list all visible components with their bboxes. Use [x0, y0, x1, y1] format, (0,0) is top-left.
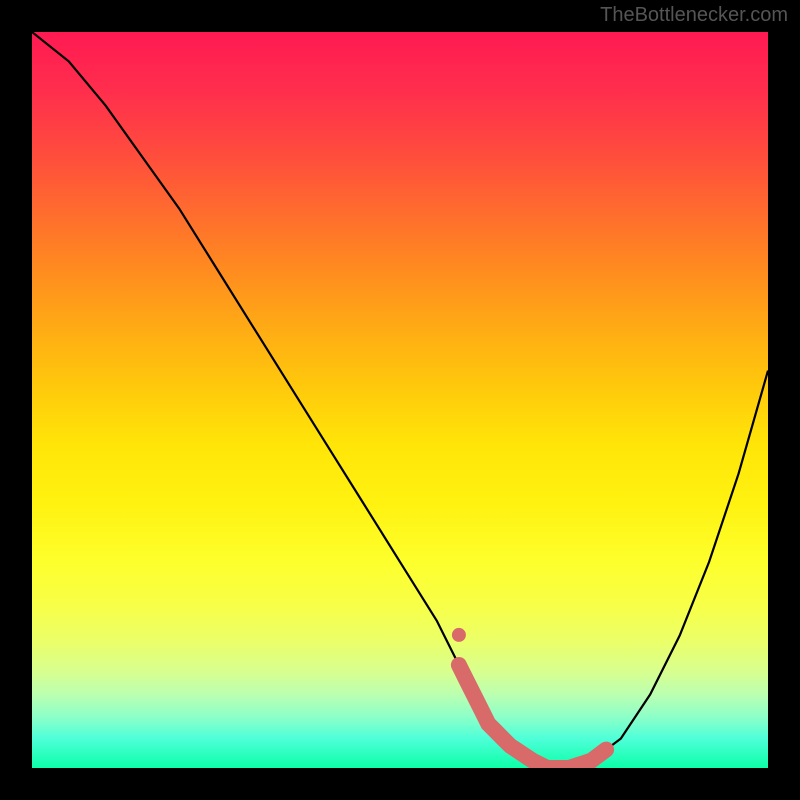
bottleneck-curve [32, 32, 768, 768]
chart-svg [32, 32, 768, 768]
chart-plot-area [32, 32, 768, 768]
watermark-text: TheBottlenecker.com [600, 4, 788, 27]
optimal-range-highlight [459, 665, 606, 768]
optimal-start-marker [452, 628, 466, 642]
